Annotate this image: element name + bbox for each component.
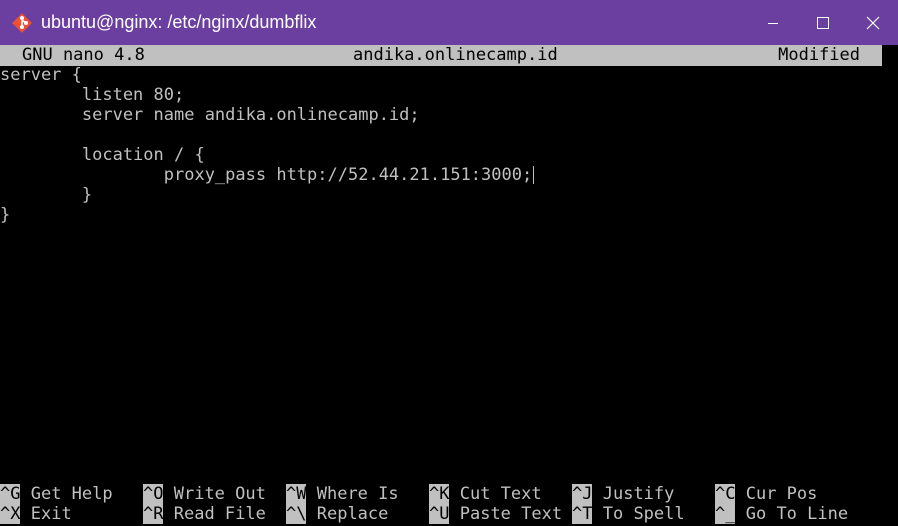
shortcut-key: ^W bbox=[286, 484, 307, 504]
editor-line[interactable]: server { bbox=[0, 65, 82, 85]
shortcut-key: ^J bbox=[572, 484, 593, 504]
nano-filename: andika.onlinecamp.id bbox=[353, 45, 558, 65]
shortcut-key: ^K bbox=[429, 484, 450, 504]
shortcut-key: ^U bbox=[429, 504, 450, 524]
text-cursor bbox=[533, 166, 535, 184]
editor-line[interactable]: } bbox=[0, 205, 10, 225]
shortcut-label: Justify bbox=[602, 484, 675, 504]
shortcut-label: Paste Text bbox=[459, 504, 563, 524]
shortcut-key: ^C bbox=[715, 484, 736, 504]
minimize-icon bbox=[768, 22, 778, 24]
window-controls bbox=[748, 0, 898, 45]
editor-line[interactable]: } bbox=[0, 185, 92, 205]
editor-line[interactable]: listen 80; bbox=[0, 85, 184, 105]
shortcut-key: ^\ bbox=[286, 504, 307, 524]
shortcut-label: Exit bbox=[30, 504, 72, 524]
shortcut-label: Go To Line bbox=[745, 504, 849, 524]
shortcut-label: Write Out bbox=[173, 484, 266, 504]
shortcut-paste-text[interactable]: ^U Paste Text bbox=[429, 504, 562, 524]
shortcut-exit[interactable]: ^X Exit bbox=[0, 504, 72, 524]
shortcut-where-is[interactable]: ^W Where Is bbox=[286, 484, 399, 504]
shortcut-cut-text[interactable]: ^K Cut Text bbox=[429, 484, 542, 504]
shortcut-key: ^T bbox=[572, 504, 593, 524]
git-bash-diamond-icon bbox=[11, 12, 33, 34]
editor-line-text: proxy_pass http://52.44.21.151:3000; bbox=[0, 165, 533, 185]
maximize-button[interactable] bbox=[798, 0, 848, 45]
window-title: ubuntu@nginx: /etc/nginx/dumbflix bbox=[41, 12, 317, 32]
shortcut-label: Read File bbox=[173, 504, 266, 524]
shortcut-to-spell[interactable]: ^T To Spell bbox=[572, 504, 685, 524]
nano-version: GNU nano 4.8 bbox=[22, 45, 145, 65]
shortcut-go-to-line[interactable]: ^_ Go To Line bbox=[715, 504, 848, 524]
shortcut-label: Get Help bbox=[30, 484, 113, 504]
close-button[interactable] bbox=[848, 0, 898, 45]
minimize-button[interactable] bbox=[748, 0, 798, 45]
shortcut-label: Cur Pos bbox=[745, 484, 818, 504]
shortcut-key: ^G bbox=[0, 484, 21, 504]
nano-shortcut-bar: ^G Get Help ^O Write Out ^W Where Is ^K … bbox=[0, 484, 882, 526]
nano-modified-status: Modified bbox=[778, 45, 860, 65]
shortcut-key: ^O bbox=[143, 484, 164, 504]
shortcut-label: Replace bbox=[316, 504, 389, 524]
shortcut-replace[interactable]: ^\ Replace bbox=[286, 504, 388, 524]
close-icon bbox=[866, 16, 880, 29]
shortcut-label: Where Is bbox=[316, 484, 399, 504]
editor-line[interactable]: server name andika.onlinecamp.id; bbox=[0, 105, 420, 125]
maximize-icon bbox=[817, 16, 829, 29]
editor-line-with-cursor[interactable]: proxy_pass http://52.44.21.151:3000; bbox=[0, 165, 535, 185]
shortcut-read-file[interactable]: ^R Read File bbox=[143, 504, 266, 524]
shortcut-write-out[interactable]: ^O Write Out bbox=[143, 484, 266, 504]
scrollbar-area[interactable] bbox=[882, 45, 898, 526]
shortcut-justify[interactable]: ^J Justify bbox=[572, 484, 674, 504]
shortcut-label: To Spell bbox=[602, 504, 685, 524]
title-bar[interactable]: ubuntu@nginx: /etc/nginx/dumbflix bbox=[0, 0, 898, 45]
editor-buffer[interactable]: server { listen 80; server name andika.o… bbox=[0, 65, 882, 485]
editor-line[interactable]: location / { bbox=[0, 145, 205, 165]
shortcut-key: ^R bbox=[143, 504, 164, 524]
terminal-window: ubuntu@nginx: /etc/nginx/dumbflix GNU na… bbox=[0, 0, 898, 526]
shortcut-label: Cut Text bbox=[459, 484, 542, 504]
shortcut-get-help[interactable]: ^G Get Help bbox=[0, 484, 113, 504]
shortcut-key: ^_ bbox=[715, 504, 736, 524]
shortcut-key: ^X bbox=[0, 504, 21, 524]
nano-header-bar: GNU nano 4.8 andika.onlinecamp.id Modifi… bbox=[0, 45, 882, 66]
shortcut-cur-pos[interactable]: ^C Cur Pos bbox=[715, 484, 817, 504]
